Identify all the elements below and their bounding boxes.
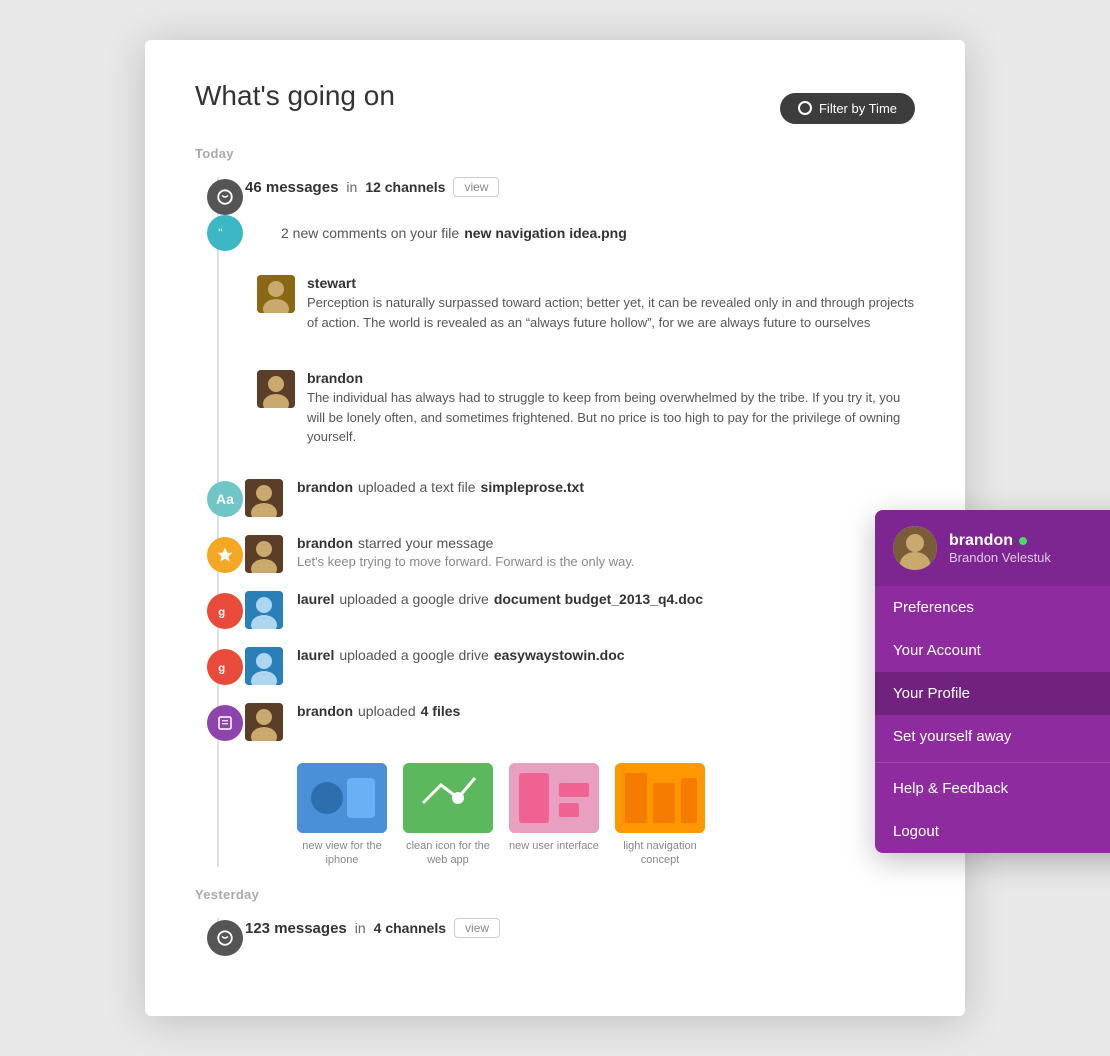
avatar bbox=[245, 479, 283, 517]
today-section: 46 messages in 12 channels view " 2 new … bbox=[195, 177, 915, 867]
thumb-label: new view for the iphone bbox=[297, 839, 387, 868]
action-user: brandon bbox=[297, 535, 353, 551]
list-item: g laurel uploaded a google drive documen… bbox=[245, 591, 915, 629]
commented-file: new navigation idea.png bbox=[464, 225, 627, 241]
star-icon bbox=[207, 537, 243, 573]
files-icon bbox=[207, 705, 243, 741]
thumb-label: clean icon for the web app bbox=[403, 839, 493, 868]
action-user: laurel bbox=[297, 647, 334, 663]
svg-text:g: g bbox=[218, 606, 225, 618]
avatar bbox=[245, 703, 283, 741]
avatar bbox=[257, 275, 295, 313]
yesterday-label: Yesterday bbox=[195, 887, 915, 902]
list-item: Aa brandon uploaded a text file simplepr… bbox=[245, 479, 915, 517]
list-item: 123 messages in 4 channels view bbox=[245, 918, 915, 938]
action-file: easywaystowin.doc bbox=[494, 647, 625, 663]
comment-author: stewart bbox=[307, 275, 915, 291]
file-thumb[interactable]: clean icon for the web app bbox=[403, 763, 493, 868]
comment-author: brandon bbox=[307, 370, 915, 386]
thumb-img-2 bbox=[403, 763, 493, 833]
menu-item-away[interactable]: Set yourself away bbox=[875, 715, 1110, 758]
menu-item-account[interactable]: Your Account bbox=[875, 629, 1110, 672]
action-file: simpleprose.txt bbox=[481, 479, 584, 495]
avatar bbox=[245, 535, 283, 573]
comment-text: The individual has always had to struggl… bbox=[307, 388, 915, 447]
user-popup: brandon Brandon Velestuk Preferences You… bbox=[875, 510, 1110, 853]
avatar bbox=[245, 591, 283, 629]
messages-icon bbox=[207, 179, 243, 215]
timeline: Today 46 messages in 12 channels view bbox=[195, 146, 915, 938]
avatar bbox=[257, 370, 295, 408]
action-file: document budget_2013_q4.doc bbox=[494, 591, 703, 607]
file-thumb[interactable]: light navigation concept bbox=[615, 763, 705, 868]
popup-divider bbox=[875, 762, 1110, 763]
svg-text:g: g bbox=[218, 662, 225, 674]
file-thumb[interactable]: new user interface bbox=[509, 763, 599, 868]
online-indicator bbox=[1019, 537, 1027, 545]
list-item: brandon starred your message Let's keep … bbox=[245, 535, 915, 573]
google-icon: g bbox=[207, 593, 243, 629]
channel-count: 4 channels bbox=[374, 920, 446, 936]
comment-item: brandon The individual has always had to… bbox=[257, 370, 915, 447]
list-item: " 2 new comments on your file new naviga… bbox=[245, 215, 915, 461]
channel-count: 12 channels bbox=[365, 179, 445, 195]
thumb-label: light navigation concept bbox=[615, 839, 705, 868]
menu-item-preferences[interactable]: Preferences bbox=[875, 586, 1110, 629]
comment-icon: " bbox=[207, 215, 243, 251]
page-title: What's going on bbox=[195, 80, 395, 112]
google-icon: g bbox=[207, 649, 243, 685]
comments-prefix: 2 new comments on your file bbox=[281, 225, 459, 241]
menu-item-profile[interactable]: Your Profile bbox=[875, 672, 1110, 715]
popup-header: brandon Brandon Velestuk bbox=[875, 510, 1110, 586]
action-user: brandon bbox=[297, 479, 353, 495]
avatar bbox=[245, 647, 283, 685]
list-item: 46 messages in 12 channels view bbox=[245, 177, 915, 197]
svg-text:": " bbox=[218, 226, 222, 240]
file-thumbnails: new view for the iphone clean icon for t… bbox=[297, 763, 705, 868]
action-user: laurel bbox=[297, 591, 334, 607]
thumb-img-4 bbox=[615, 763, 705, 833]
popup-avatar bbox=[893, 526, 937, 570]
filter-button[interactable]: Filter by Time bbox=[780, 93, 915, 124]
menu-item-help[interactable]: Help & Feedback bbox=[875, 767, 1110, 810]
comment-item: stewart Perception is naturally surpasse… bbox=[257, 275, 915, 332]
file-thumb[interactable]: new view for the iphone bbox=[297, 763, 387, 868]
msg-count: 123 messages bbox=[245, 920, 347, 937]
msg-count: 46 messages bbox=[245, 179, 338, 196]
files-count: 4 files bbox=[421, 703, 461, 719]
popup-fullname: Brandon Velestuk bbox=[949, 550, 1051, 565]
thumb-img-1 bbox=[297, 763, 387, 833]
popup-username: brandon bbox=[949, 532, 1051, 550]
today-label: Today bbox=[195, 146, 915, 161]
view-messages-button[interactable]: view bbox=[453, 177, 499, 197]
thumb-label: new user interface bbox=[509, 839, 599, 853]
list-item: g laurel uploaded a google drive easyway… bbox=[245, 647, 915, 685]
list-item: brandon uploaded 4 files new view for th… bbox=[245, 703, 915, 868]
menu-item-logout[interactable]: Logout bbox=[875, 810, 1110, 853]
starred-message: Let's keep trying to move forward. Forwa… bbox=[297, 554, 635, 569]
clock-icon bbox=[798, 101, 812, 115]
thumb-img-3 bbox=[509, 763, 599, 833]
messages-icon bbox=[207, 920, 243, 956]
action-user: brandon bbox=[297, 703, 353, 719]
comment-text: Perception is naturally surpassed toward… bbox=[307, 293, 915, 332]
font-icon: Aa bbox=[207, 481, 243, 517]
view-yesterday-button[interactable]: view bbox=[454, 918, 500, 938]
yesterday-section: 123 messages in 4 channels view bbox=[195, 918, 915, 938]
main-panel: What's going on Filter by Time Today 46 … bbox=[145, 40, 965, 1016]
popup-menu: Preferences Your Account Your Profile Se… bbox=[875, 586, 1110, 853]
